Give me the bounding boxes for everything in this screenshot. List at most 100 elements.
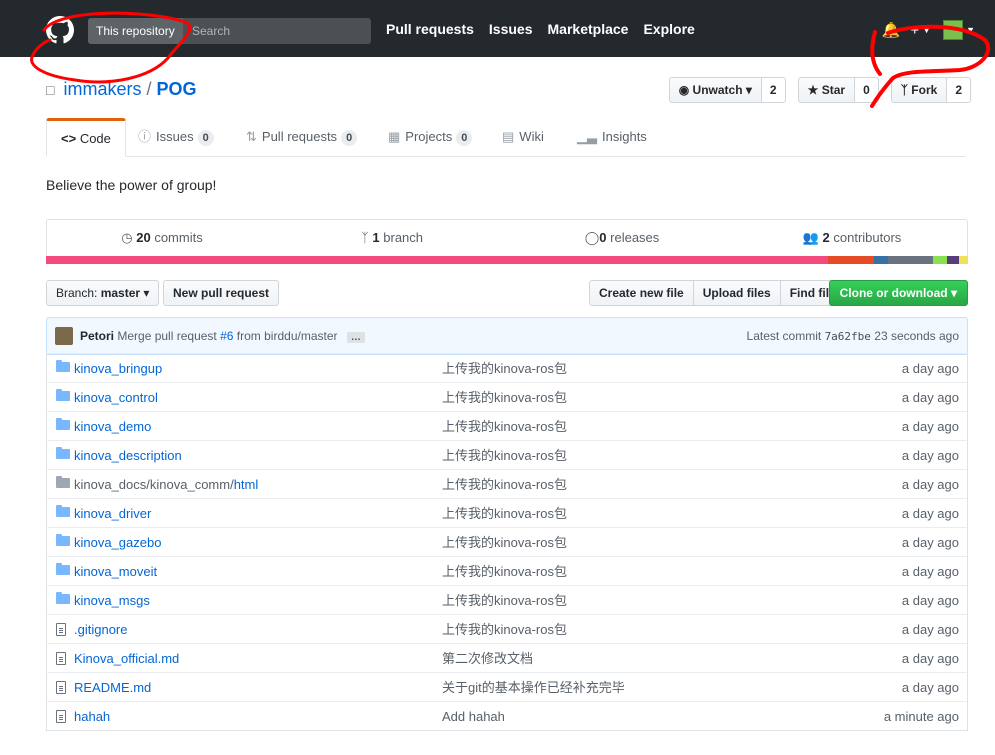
new-pull-request-button[interactable]: New pull request	[163, 280, 280, 306]
header-user-icons: 🔔 + ▼ ▼	[872, 20, 975, 40]
file-name-link[interactable]: kinova_moveit	[74, 557, 157, 587]
repo-description: Believe the power of group!	[46, 177, 217, 193]
commit-message-prefix[interactable]: Merge pull request	[117, 329, 216, 343]
releases-label: releases	[610, 230, 660, 245]
pagehead-actions: ◉ Unwatch ▾ 2 ★ Star 0 ᛉ Fork 2	[657, 77, 971, 103]
file-list: kinova_bringup 上传我的kinova-ros包 a day ago…	[46, 353, 968, 732]
file-name-link[interactable]: .gitignore	[74, 615, 127, 645]
commit-sha-link[interactable]: 7a62fbe	[825, 330, 871, 343]
file-name-link[interactable]: kinova_msgs	[74, 586, 150, 616]
branch-select-button[interactable]: Branch: master ▾	[46, 280, 160, 306]
search-input[interactable]: Search	[192, 18, 230, 44]
path-prefix: kinova_docs/kinova_comm/	[74, 477, 234, 492]
create-new-file-button[interactable]: Create new file	[589, 280, 694, 306]
watch-group: ◉ Unwatch ▾ 2	[668, 77, 786, 103]
branch-icon: ᛉ	[360, 230, 369, 245]
path-leaf: html	[233, 477, 259, 492]
file-name-link[interactable]: hahah	[74, 702, 110, 732]
book-icon: ▤	[502, 129, 515, 144]
commit-message-link[interactable]: 上传我的kinova-ros包	[442, 528, 567, 558]
file-name-link[interactable]: kinova_bringup	[74, 354, 162, 384]
repo-name-link[interactable]: POG	[157, 79, 197, 99]
lang-segment	[46, 256, 829, 264]
commit-message-link[interactable]: 关于git的基本操作已经补充完毕	[442, 673, 625, 703]
repo-icon: □	[46, 82, 55, 98]
file-name-link[interactable]: kinova_demo	[74, 412, 151, 442]
lang-segment	[958, 256, 969, 264]
fork-button[interactable]: ᛉ Fork	[890, 77, 948, 103]
latest-commit-label: Latest commit	[746, 329, 822, 343]
watch-button[interactable]: ◉ Unwatch ▾	[668, 77, 762, 103]
star-icon: ★	[807, 83, 819, 97]
commit-message-link[interactable]: 上传我的kinova-ros包	[442, 441, 567, 471]
fork-count[interactable]: 2	[947, 77, 971, 103]
chevron-down-icon[interactable]: ▼	[966, 25, 975, 35]
commit-message-link[interactable]: 第二次修改文档	[442, 644, 533, 674]
commit-message-link[interactable]: 上传我的kinova-ros包	[442, 615, 567, 645]
github-logo-icon[interactable]	[46, 16, 74, 44]
table-row: Kinova_official.md 第二次修改文档 a day ago	[46, 643, 968, 673]
nav-marketplace[interactable]: Marketplace	[548, 21, 629, 37]
fork-icon: ᛉ	[900, 83, 908, 97]
fork-label: Fork	[911, 83, 938, 97]
branches-link[interactable]: ᛉ 1 branch	[277, 220, 507, 256]
bell-icon[interactable]: 🔔	[882, 21, 901, 39]
watch-count[interactable]: 2	[761, 77, 786, 103]
watch-label: Unwatch	[692, 83, 743, 97]
contributors-link[interactable]: 👥 2 contributors	[737, 220, 967, 256]
lang-segment	[946, 256, 959, 264]
star-count[interactable]: 0	[855, 77, 879, 103]
commit-message-link[interactable]: 上传我的kinova-ros包	[442, 412, 567, 442]
commit-message-suffix[interactable]: from birddu/master	[237, 329, 338, 343]
star-button[interactable]: ★ Star	[797, 77, 856, 103]
file-name-link[interactable]: kinova_control	[74, 383, 158, 413]
file-age: a day ago	[901, 361, 959, 376]
file-name-link[interactable]: kinova_driver	[74, 499, 151, 529]
commit-message-link[interactable]: 上传我的kinova-ros包	[442, 557, 567, 587]
commit-message-link[interactable]: 上传我的kinova-ros包	[442, 383, 567, 413]
file-name-link[interactable]: README.md	[74, 673, 151, 703]
file-name-link[interactable]: kinova_gazebo	[74, 528, 161, 558]
pr-link[interactable]: #6	[220, 329, 233, 343]
commits-link[interactable]: ◷ 20 commits	[47, 220, 277, 256]
commit-message-link[interactable]: Add hahah	[442, 702, 505, 732]
repo-name: POG	[156, 79, 197, 99]
nav-explore[interactable]: Explore	[643, 21, 694, 37]
file-name-link[interactable]: kinova_description	[74, 441, 182, 471]
global-header: This repository Search Pull requests Iss…	[0, 0, 995, 57]
search-box[interactable]: This repository Search	[88, 18, 371, 44]
issues-count-badge: 0	[197, 130, 214, 146]
file-age: a day ago	[901, 448, 959, 463]
commit-message-link[interactable]: 上传我的kinova-ros包	[442, 499, 567, 529]
upload-files-button[interactable]: Upload files	[692, 280, 781, 306]
commit-message-link[interactable]: 上传我的kinova-ros包	[442, 354, 567, 384]
file-name-link[interactable]: kinova_docs/kinova_comm/html	[74, 470, 258, 500]
commit-message-link[interactable]: 上传我的kinova-ros包	[442, 586, 567, 616]
chevron-down-icon[interactable]: ▼	[922, 25, 931, 35]
plus-icon[interactable]: +	[910, 22, 919, 39]
expand-ellipsis-button[interactable]: …	[346, 332, 365, 343]
nav-issues[interactable]: Issues	[489, 21, 533, 37]
clone-or-download-button[interactable]: Clone or download ▾	[828, 280, 968, 306]
tab-wiki[interactable]: ▤ Wiki	[502, 118, 544, 155]
file-age: a day ago	[901, 419, 959, 434]
tab-code[interactable]: <> Code	[46, 118, 126, 157]
repo-owner-link[interactable]: immakers	[63, 79, 141, 99]
repo-title: □ immakers / POG	[46, 79, 197, 100]
nav-pull-requests[interactable]: Pull requests	[386, 21, 474, 37]
author-avatar[interactable]	[55, 327, 73, 345]
tab-insights[interactable]: ▁▃ Insights	[577, 118, 647, 155]
numbers-summary: ◷ 20 commits ᛉ 1 branch ◯0 releases 👥 2 …	[46, 219, 968, 256]
file-name-link[interactable]: Kinova_official.md	[74, 644, 179, 674]
commit-message-link[interactable]: 上传我的kinova-ros包	[442, 470, 567, 500]
commit-author[interactable]: Petori	[80, 329, 114, 343]
language-bar[interactable]	[46, 256, 969, 264]
pull-request-icon: ⇅	[246, 129, 257, 144]
tab-pull-requests[interactable]: ⇅ Pull requests 0	[246, 118, 358, 155]
tab-projects[interactable]: ▦ Projects 0	[388, 118, 473, 155]
tab-issues[interactable]: ⓘ Issues 0	[138, 118, 214, 155]
folder-icon	[56, 447, 70, 459]
user-avatar[interactable]	[943, 20, 964, 40]
releases-link[interactable]: ◯0 releases	[507, 220, 737, 256]
table-row: kinova_driver 上传我的kinova-ros包 a day ago	[46, 498, 968, 528]
